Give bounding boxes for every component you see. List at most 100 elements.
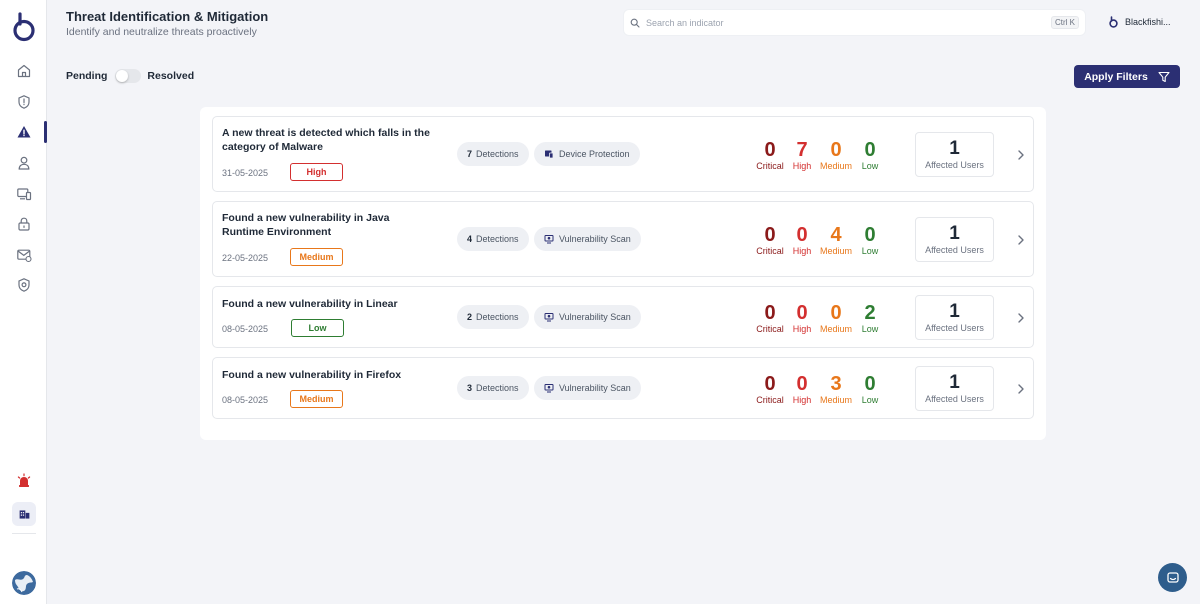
source-label: Vulnerability Scan (559, 234, 631, 244)
affected-users-value: 1 (949, 223, 960, 244)
low-value: 2 (864, 302, 876, 324)
apply-filters-label: Apply Filters (1084, 70, 1148, 83)
search-icon (630, 18, 640, 28)
email-security-icon (17, 249, 32, 263)
source-pill: Device Protection (534, 142, 640, 166)
affected-users-label: Affected Users (925, 245, 984, 255)
low-count: 0 Low (850, 139, 890, 172)
sidebar-item-email[interactable] (11, 243, 37, 267)
sidebar-item-threats[interactable] (11, 120, 37, 144)
sidebar-divider (12, 533, 36, 534)
page-subtitle: Identify and neutralize threats proactiv… (66, 26, 257, 38)
affected-users-value: 1 (949, 301, 960, 322)
search-input[interactable] (646, 17, 1051, 28)
low-value: 0 (864, 373, 876, 395)
threat-card[interactable]: A new threat is detected which falls in … (212, 116, 1034, 192)
severity-badge: Medium (290, 248, 343, 266)
affected-users-value: 1 (949, 372, 960, 393)
detections-pill: 4 Detections (457, 227, 529, 251)
low-value: 0 (864, 224, 876, 246)
threat-title: Found a new vulnerability in Linear (222, 298, 398, 310)
affected-users-box: 1 Affected Users (915, 132, 994, 177)
detections-pill: 7 Detections (457, 142, 529, 166)
affected-users-label: Affected Users (925, 160, 984, 170)
source-label: Vulnerability Scan (559, 383, 631, 393)
affected-users-label: Affected Users (925, 394, 984, 404)
alarm-icon (17, 473, 31, 487)
sidebar-item-privacy[interactable] (11, 273, 37, 297)
org-switcher[interactable]: Blackfishi... (1108, 16, 1171, 28)
low-label: Low (861, 161, 879, 171)
chevron-right-icon[interactable] (1015, 383, 1027, 395)
toggle-knob (116, 70, 129, 82)
affected-users-box: 1 Affected Users (915, 295, 994, 340)
search-bar[interactable]: Ctrl K (623, 9, 1086, 36)
threat-list-panel: A new threat is detected which falls in … (200, 107, 1046, 440)
low-label: Low (861, 324, 879, 334)
low-label: Low (861, 395, 879, 405)
affected-users-box: 1 Affected Users (915, 366, 994, 411)
organization-icon (19, 509, 29, 519)
detections-label: Detections (476, 149, 519, 159)
chat-support-button[interactable] (1158, 563, 1187, 592)
sidebar-item-protection[interactable] (11, 90, 37, 114)
detections-count: 4 (467, 234, 473, 244)
sidebar-item-home[interactable] (11, 59, 37, 83)
detections-count: 2 (467, 312, 473, 322)
threat-title: Found a new vulnerability in Firefox (222, 369, 402, 381)
source-pill: Vulnerability Scan (534, 376, 641, 400)
severity-badge: Low (291, 319, 344, 337)
organization-button[interactable] (12, 502, 36, 526)
privacy-shield-icon (18, 278, 30, 292)
pending-label: Pending (66, 70, 108, 82)
detections-label: Detections (476, 383, 519, 393)
brand-logo-icon (13, 12, 35, 42)
resolved-label: Resolved (147, 70, 195, 82)
device-protection-icon (545, 150, 554, 159)
detections-pill: 2 Detections (457, 305, 529, 329)
severity-badge: Medium (290, 390, 343, 408)
source-pill: Vulnerability Scan (534, 227, 641, 251)
sidebar-active-indicator (44, 121, 47, 143)
sidebar-item-access[interactable] (11, 212, 37, 236)
chevron-right-icon[interactable] (1015, 149, 1027, 161)
source-label: Device Protection (559, 149, 630, 159)
source-label: Vulnerability Scan (559, 312, 631, 322)
sidebar-item-users[interactable] (11, 151, 37, 175)
low-count: 0 Low (850, 224, 890, 257)
threat-card[interactable]: Found a new vulnerability in Java Runtim… (212, 201, 1034, 277)
globe-avatar-icon (12, 571, 36, 595)
threat-card[interactable]: Found a new vulnerability in Linear 08-0… (212, 286, 1034, 348)
sidebar (0, 0, 47, 604)
detections-label: Detections (476, 312, 519, 322)
low-label: Low (861, 246, 879, 256)
home-icon (17, 64, 31, 78)
detections-count: 3 (467, 383, 473, 393)
threat-card[interactable]: Found a new vulnerability in Firefox 08-… (212, 357, 1034, 419)
detections-pill: 3 Detections (457, 376, 529, 400)
alarm-button[interactable] (11, 469, 37, 493)
chat-icon (1166, 571, 1179, 583)
apply-filters-button[interactable]: Apply Filters (1074, 65, 1180, 88)
affected-users-value: 1 (949, 138, 960, 159)
search-shortcut-badge: Ctrl K (1051, 16, 1079, 29)
status-toggle-row: Pending Resolved (66, 69, 194, 83)
pending-resolved-toggle[interactable] (115, 69, 142, 83)
vulnerability-scan-icon (544, 313, 554, 322)
source-pill: Vulnerability Scan (534, 305, 641, 329)
affected-users-box: 1 Affected Users (915, 217, 994, 262)
detections-label: Detections (476, 234, 519, 244)
sidebar-item-devices[interactable] (11, 182, 37, 206)
threat-date: 08-05-2025 (222, 324, 269, 334)
lock-icon (18, 217, 30, 231)
low-count: 0 Low (850, 373, 890, 406)
org-name: Blackfishi... (1125, 17, 1171, 27)
vulnerability-scan-icon (544, 235, 554, 244)
low-value: 0 (864, 139, 876, 161)
chevron-right-icon[interactable] (1015, 234, 1027, 246)
affected-users-label: Affected Users (925, 323, 984, 333)
avatar[interactable] (12, 571, 36, 595)
shield-icon (18, 95, 30, 109)
chevron-right-icon[interactable] (1015, 312, 1027, 324)
threat-title: A new threat is detected which falls in … (222, 127, 430, 153)
